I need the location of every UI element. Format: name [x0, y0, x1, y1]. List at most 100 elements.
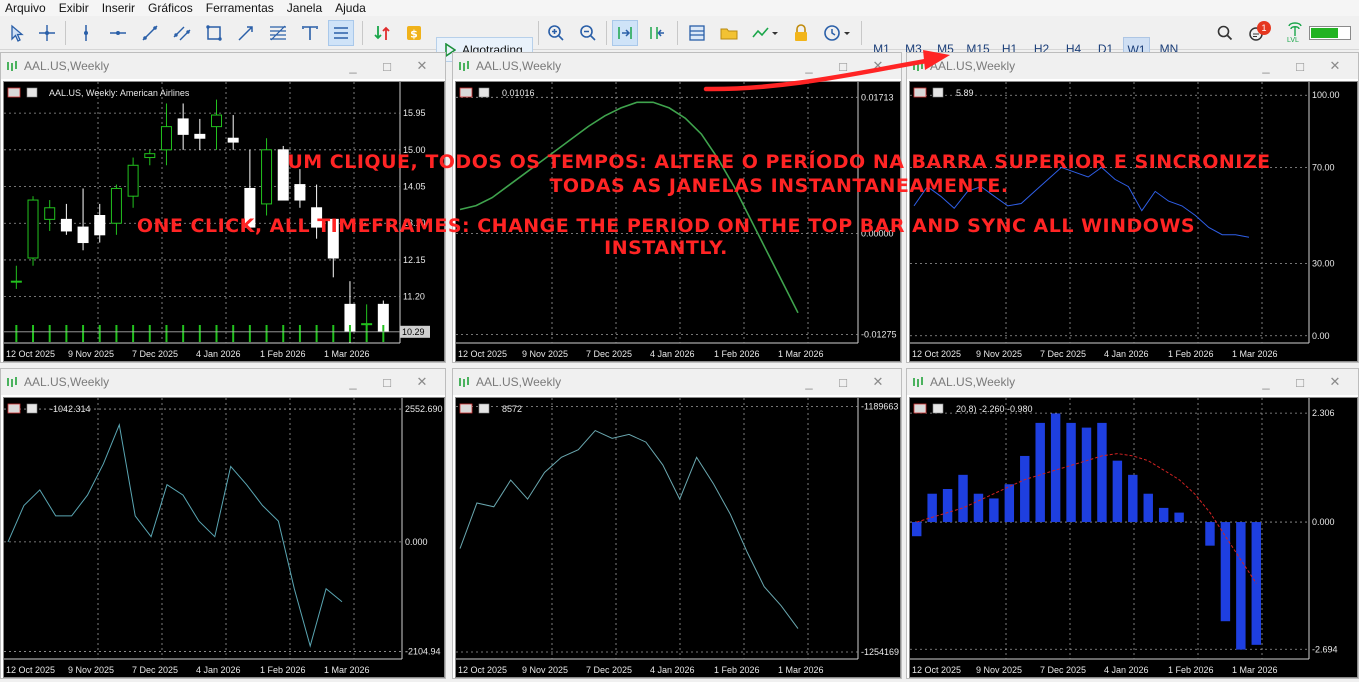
chart-plot-area[interactable]: 12 Oct 2025 9 Nov 2025 7 Dec 2025 4 Jan 202… [3, 397, 445, 678]
histogram-bar [1174, 512, 1184, 523]
chart-window-1[interactable]: AAL.US,Weekly _ □ ✕ 12 Oct 2025 9 Nov 2025 7 D… [0, 52, 446, 363]
x-tick-label: 9 Nov 2025 [976, 349, 1022, 359]
maximize-icon[interactable]: □ [377, 53, 397, 79]
y-tick-label: 12.15 [403, 255, 426, 265]
chart-plot-area[interactable]: 12 Oct 2025 9 Nov 2025 7 Dec 2025 4 Jan 202… [3, 81, 445, 362]
candle-body [277, 149, 289, 201]
candle-body [194, 133, 206, 139]
close-icon[interactable]: ✕ [412, 53, 432, 79]
maximize-icon[interactable]: □ [1290, 53, 1310, 79]
menu-exibir[interactable]: Exibir [54, 0, 97, 16]
menu-ajuda[interactable]: Ajuda [330, 0, 374, 16]
menu-inserir[interactable]: Inserir [97, 0, 143, 16]
candle-body [361, 323, 373, 326]
maximize-icon[interactable]: □ [833, 369, 853, 395]
zoom-out-icon[interactable] [575, 20, 601, 46]
chart-plot-area[interactable]: 12 Oct 2025 9 Nov 2025 7 Dec 2025 4 Jan 202… [909, 81, 1358, 362]
trendline-icon[interactable] [137, 20, 163, 46]
minimize-icon[interactable]: _ [343, 369, 363, 395]
x-tick-label: 12 Oct 2025 [458, 349, 507, 359]
candle-body [10, 280, 22, 283]
y-tick-label: -0.01275 [861, 330, 897, 340]
minimize-icon[interactable]: _ [799, 53, 819, 79]
clock-dropdown-icon[interactable] [818, 20, 856, 46]
zoom-in-icon[interactable] [543, 20, 569, 46]
candle-body [227, 137, 239, 143]
x-tick-label: 7 Dec 2025 [1040, 665, 1086, 675]
chart-header-label: 8572 [502, 404, 522, 414]
window-title: AAL.US,Weekly [24, 375, 110, 389]
menu-janela[interactable]: Janela [282, 0, 330, 16]
close-icon[interactable]: ✕ [868, 53, 888, 79]
symbol-chart-icon [932, 403, 944, 414]
histogram-bar [1251, 522, 1261, 645]
x-tick-label: 1 Feb 2026 [1168, 349, 1214, 359]
search-icon[interactable] [1212, 20, 1238, 46]
close-icon[interactable]: ✕ [1325, 53, 1345, 79]
minimize-icon[interactable]: _ [1256, 369, 1276, 395]
close-icon[interactable]: ✕ [868, 369, 888, 395]
profiles-folder-icon[interactable] [716, 20, 742, 46]
one-click-trading-icon[interactable] [369, 20, 395, 46]
objects-list-icon[interactable] [328, 20, 354, 46]
chart-plot-area[interactable]: 12 Oct 2025 9 Nov 2025 7 Dec 2025 4 Jan 202… [455, 397, 901, 678]
histogram-bar [912, 522, 922, 537]
chart-window-icon [459, 377, 469, 387]
cursor-tool-icon[interactable] [4, 20, 30, 46]
crosshair-icon[interactable] [34, 20, 60, 46]
candle-body [127, 164, 139, 197]
y-tick-label: 13.10 [403, 218, 426, 228]
menu-arquivo[interactable]: Arquivo [0, 0, 54, 16]
signal-strength-icon[interactable]: LVL [1285, 22, 1305, 46]
x-tick-label: 4 Jan 2026 [650, 349, 695, 359]
vertical-line-icon[interactable] [73, 20, 99, 46]
chart-shift-icon[interactable] [644, 20, 670, 46]
symbol-chart-icon [478, 87, 490, 98]
auto-scroll-icon[interactable] [612, 20, 638, 46]
chart-window-5[interactable]: AAL.US,Weekly _ □ ✕ 12 Oct 2025 9 Nov 2025 7 D… [452, 368, 902, 679]
x-tick-label: 1 Feb 2026 [714, 665, 760, 675]
x-tick-label: 1 Mar 2026 [1232, 349, 1278, 359]
y-tick-label: 0.00 [1312, 331, 1330, 341]
chart-svg: 12 Oct 2025 9 Nov 2025 7 Dec 2025 4 Jan 202… [4, 398, 443, 675]
chart-header-label: 0.01016 [502, 88, 535, 98]
minimize-icon[interactable]: _ [1256, 53, 1276, 79]
window-title: AAL.US,Weekly [930, 59, 1016, 73]
close-icon[interactable]: ✕ [1325, 369, 1345, 395]
toolbar: $ Algotrading M1 M3 M5 M15 H1 H2 H4 D1 W… [0, 16, 1359, 62]
chart-plot-area[interactable]: 12 Oct 2025 9 Nov 2025 7 Dec 2025 4 Jan 202… [909, 397, 1358, 678]
horizontal-line-icon[interactable] [105, 20, 131, 46]
chart-svg: 12 Oct 2025 9 Nov 2025 7 Dec 2025 4 Jan 202… [4, 82, 430, 359]
arrow-line-icon[interactable] [233, 20, 259, 46]
minimize-icon[interactable]: _ [799, 369, 819, 395]
menu-graficos[interactable]: Gráficos [143, 0, 201, 16]
minimize-icon[interactable]: _ [343, 53, 363, 79]
indicator-line [913, 166, 1250, 238]
x-tick-label: 12 Oct 2025 [912, 349, 961, 359]
chart-window-3[interactable]: AAL.US,Weekly _ □ ✕ 12 Oct 2025 9 Nov 2025 7 D… [906, 52, 1359, 363]
maximize-icon[interactable]: □ [377, 369, 397, 395]
maximize-icon[interactable]: □ [1290, 369, 1310, 395]
histogram-bar [1081, 427, 1092, 523]
chart-window-4[interactable]: AAL.US,Weekly _ □ ✕ 12 Oct 2025 9 Nov 2025 7 D… [0, 368, 446, 679]
candle-body [311, 207, 323, 228]
indicators-dropdown-icon[interactable] [748, 20, 782, 46]
candle-body [27, 199, 39, 259]
fibonacci-icon[interactable] [265, 20, 291, 46]
menu-ferramentas[interactable]: Ferramentas [201, 0, 282, 16]
equidistant-channel-icon[interactable] [169, 20, 195, 46]
market-icon[interactable]: $ [401, 20, 427, 46]
y-tick-label: -2.694 [1312, 644, 1338, 654]
chart-window-2[interactable]: AAL.US,Weekly _ □ ✕ 12 Oct 2025 9 Nov 2025 7 D… [452, 52, 902, 363]
lock-icon[interactable] [788, 20, 814, 46]
chart-window-6[interactable]: AAL.US,Weekly _ □ ✕ 12 Oct 2025 9 Nov 2025 7 D… [906, 368, 1359, 679]
chart-plot-area[interactable]: 12 Oct 2025 9 Nov 2025 7 Dec 2025 4 Jan 202… [455, 81, 901, 362]
price-marker-label: 10.29 [402, 327, 425, 337]
templates-icon[interactable] [684, 20, 710, 46]
text-tool-icon[interactable] [297, 20, 323, 46]
indicator-line [7, 423, 343, 648]
x-tick-label: 7 Dec 2025 [586, 665, 632, 675]
close-icon[interactable]: ✕ [412, 369, 432, 395]
rectangle-icon[interactable] [201, 20, 227, 46]
maximize-icon[interactable]: □ [833, 53, 853, 79]
